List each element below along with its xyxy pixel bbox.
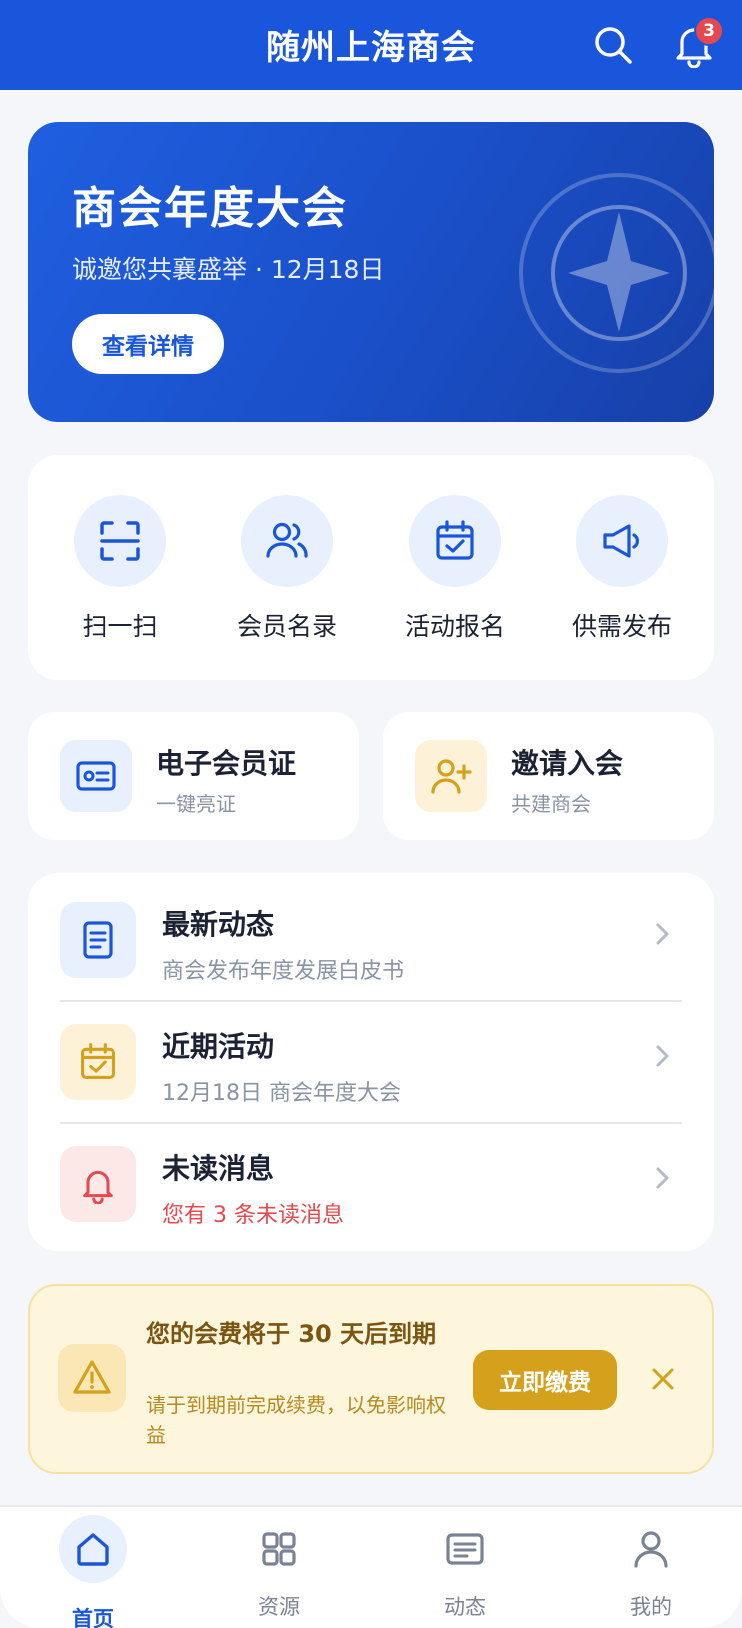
tab-label: 我的	[630, 1595, 672, 1619]
list-item-news[interactable]: 最新动态 商会发布年度发展白皮书	[28, 873, 714, 995]
tab-home[interactable]: 首页	[0, 1507, 186, 1628]
members-icon	[266, 522, 308, 558]
star-emblem-icon	[519, 173, 714, 373]
tab-profile[interactable]: 我的	[558, 1507, 742, 1628]
list-item-subtitle: 12月18日 商会年度大会	[162, 1081, 401, 1106]
banner-title: 商会年度大会	[72, 183, 348, 234]
notice-subtitle: 请于到期前完成续费，以免影响权益	[146, 1393, 446, 1447]
notice-title: 您的会费将于 30 天后到期	[146, 1320, 437, 1348]
chevron-right-icon	[656, 1045, 669, 1067]
quick-actions-card: 扫一扫 会员名录 活动报名 供需发布	[28, 455, 714, 680]
quick-action-event-signup[interactable]: 活动报名	[371, 495, 539, 643]
view-details-button[interactable]: 查看详情	[72, 314, 224, 374]
list-item-title: 最新动态	[162, 908, 275, 941]
tab-label: 首页	[72, 1607, 114, 1628]
chevron-right-icon	[656, 1167, 669, 1189]
membership-fee-notice: 您的会费将于 30 天后到期 请于到期前完成续费，以免影响权益 立即缴费	[28, 1284, 714, 1474]
invite-member-entry[interactable]: 邀请入会 共建商会	[383, 712, 714, 840]
calendar-check-icon	[436, 520, 474, 560]
chevron-right-icon	[656, 923, 669, 945]
list-item-events[interactable]: 近期活动 12月18日 商会年度大会	[28, 995, 714, 1117]
mini-card-subtitle: 一键亮证	[156, 792, 236, 816]
list-item-unread-messages[interactable]: 未读消息 您有 3 条未读消息	[28, 1117, 714, 1239]
list-item-title: 未读消息	[162, 1152, 275, 1185]
tab-resources[interactable]: 资源	[186, 1507, 372, 1628]
quick-action-label: 会员名录	[236, 612, 337, 641]
search-icon[interactable]	[592, 24, 634, 66]
warning-icon	[73, 1360, 111, 1394]
news-icon	[446, 1533, 484, 1565]
tab-label: 资源	[258, 1595, 300, 1619]
member-card-entry[interactable]: 电子会员证 一键亮证	[28, 712, 359, 840]
tab-news[interactable]: 动态	[372, 1507, 558, 1628]
quick-action-members[interactable]: 会员名录	[203, 495, 371, 643]
quick-action-label: 扫一扫	[82, 612, 158, 641]
megaphone-icon	[603, 524, 639, 558]
scan-icon	[100, 521, 140, 561]
info-list-card: 最新动态 商会发布年度发展白皮书 近期活动 12月18日 商会年度大会 未读消息…	[28, 873, 714, 1251]
pay-now-button[interactable]: 立即缴费	[473, 1350, 617, 1410]
tab-label: 动态	[444, 1595, 486, 1619]
mini-card-title: 邀请入会	[511, 747, 624, 780]
quick-action-label: 供需发布	[571, 612, 672, 641]
quick-action-label: 活动报名	[404, 612, 505, 641]
grid-icon	[262, 1532, 296, 1566]
user-icon	[634, 1531, 668, 1568]
banner-subtitle: 诚邀您共襄盛举 · 12月18日	[72, 255, 385, 284]
home-icon	[77, 1533, 109, 1566]
bottom-tab-bar: 首页 资源 动态 我的	[0, 1505, 742, 1628]
calendar-check-icon	[81, 1043, 115, 1079]
id-card-icon	[76, 761, 116, 791]
app-header: 随州上海商会 3	[0, 0, 742, 90]
quick-action-supply-demand[interactable]: 供需发布	[538, 495, 706, 643]
mini-card-subtitle: 共建商会	[511, 792, 591, 816]
list-item-title: 近期活动	[162, 1030, 275, 1063]
list-item-subtitle: 您有 3 条未读消息	[162, 1203, 344, 1228]
notification-badge: 3	[694, 16, 724, 46]
mini-card-title: 电子会员证	[156, 747, 297, 780]
bell-icon	[83, 1170, 113, 1204]
event-banner[interactable]: 商会年度大会 诚邀您共襄盛举 · 12月18日 查看详情	[28, 122, 714, 422]
close-icon[interactable]	[648, 1364, 678, 1394]
quick-action-scan[interactable]: 扫一扫	[36, 495, 204, 643]
list-item-subtitle: 商会发布年度发展白皮书	[162, 959, 405, 984]
add-user-icon	[431, 759, 472, 794]
document-icon	[83, 921, 113, 959]
